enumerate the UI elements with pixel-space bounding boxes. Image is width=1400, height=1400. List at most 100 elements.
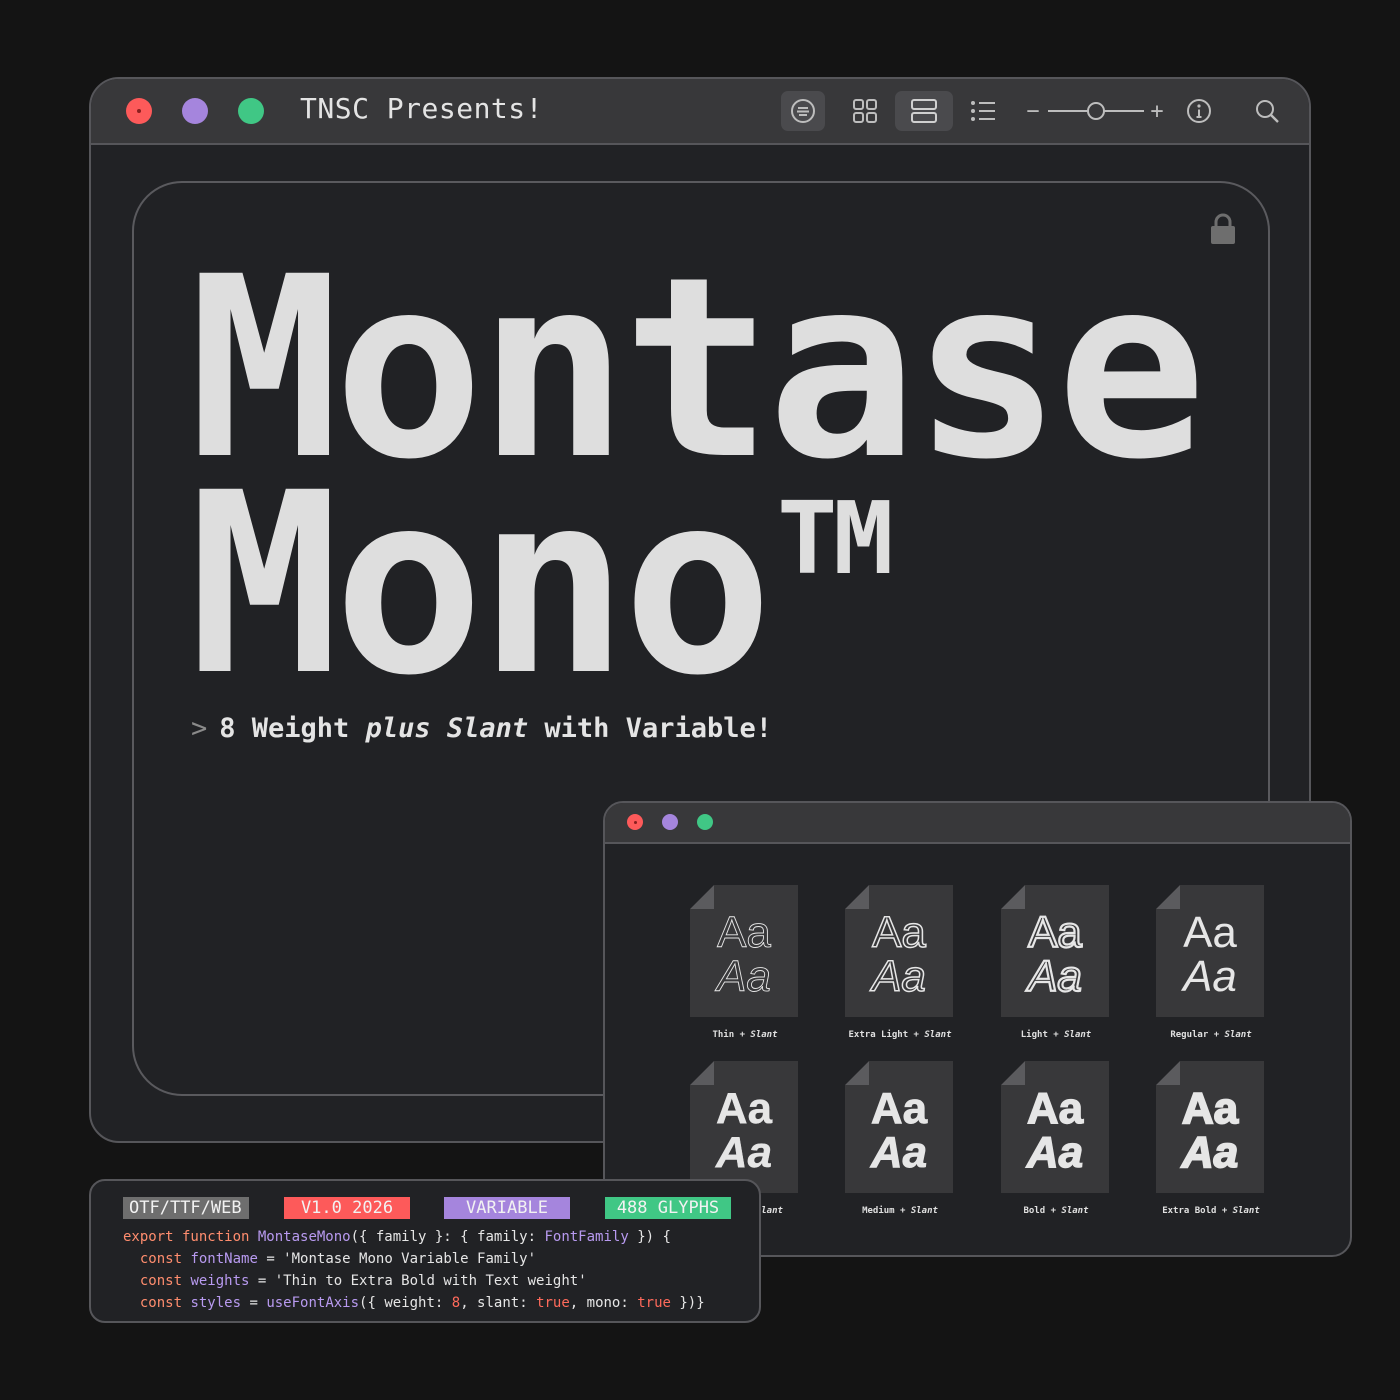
zoom-out-icon[interactable]: −: [1023, 91, 1043, 131]
list-view-icon[interactable]: [961, 91, 1005, 131]
code-token: = 'Montase Mono Variable Family': [257, 1251, 537, 1267]
specimen-italic: Aa: [870, 1128, 928, 1177]
style-tile[interactable]: Aa Aa Thin + Slant: [690, 885, 800, 1040]
slant-label: Slant: [924, 1030, 952, 1040]
code-token: fontName: [190, 1251, 258, 1267]
info-icon[interactable]: [1181, 91, 1217, 131]
specimen-italic: Aa: [1181, 1128, 1239, 1177]
title-bar: TNSC Presents! − +: [91, 79, 1309, 145]
slant-label: Slant: [910, 1206, 938, 1216]
style-caption: Regular + Slant: [1156, 1030, 1266, 1040]
specimen-upright: Aa: [1027, 908, 1083, 957]
style-caption: Medium + Slant: [845, 1206, 955, 1216]
specimen-upright: Aa: [1183, 908, 1237, 957]
specimen-italic: Aa: [1026, 1128, 1084, 1177]
code-token: =: [241, 1295, 267, 1311]
zoom-slider[interactable]: [1046, 91, 1146, 131]
code-token: = 'Thin to Extra Bold with Text weight': [249, 1273, 587, 1289]
specimen-upright: Aa: [1181, 1084, 1239, 1133]
search-icon[interactable]: [1249, 91, 1285, 131]
close-button[interactable]: [126, 98, 152, 124]
specimen-upright: Aa: [1026, 1084, 1084, 1133]
style-name: Regular: [1170, 1030, 1209, 1040]
code-token: true: [536, 1295, 570, 1311]
specimen-italic: Aa: [717, 952, 772, 1001]
maximize-button[interactable]: [238, 98, 264, 124]
hero-line-2: Mono: [189, 439, 773, 730]
code-token: ({ family }: { family:: [350, 1229, 545, 1245]
style-tile[interactable]: Aa Aa Extra Light + Slant: [845, 885, 955, 1040]
window-title: TNSC Presents!: [300, 92, 544, 125]
specimen-text: Aa Aa: [1001, 1084, 1109, 1177]
page-fold-icon: [690, 1061, 714, 1085]
style-joiner: +: [1216, 1206, 1233, 1216]
specimen-italic: Aa: [871, 952, 926, 1001]
style-name: Extra Bold: [1162, 1206, 1217, 1216]
style-caption: Extra Bold + Slant: [1156, 1206, 1266, 1216]
slant-label: Slant: [1232, 1206, 1260, 1216]
zoom-in-icon[interactable]: +: [1146, 91, 1168, 131]
lines-circle-icon[interactable]: [781, 91, 825, 131]
code-token: true: [637, 1295, 671, 1311]
specimen-upright: Aa: [870, 1084, 928, 1133]
font-file-icon: Aa Aa: [845, 885, 953, 1017]
style-tile[interactable]: Aa Aa Regular + Slant: [1156, 885, 1266, 1040]
code-snippet: export function MontaseMono({ family }: …: [123, 1226, 705, 1314]
style-name: Medium: [862, 1206, 895, 1216]
styles-title-bar: [605, 803, 1350, 844]
specimen-upright: Aa: [715, 1084, 773, 1133]
variable-badge: VARIABLE: [444, 1197, 570, 1219]
slant-label: Slant: [750, 1030, 778, 1040]
style-tile[interactable]: Aa Aa Extra Bold + Slant: [1156, 1061, 1266, 1216]
style-caption: Extra Light + Slant: [845, 1030, 955, 1040]
style-caption: Bold + Slant: [1001, 1206, 1111, 1216]
code-token: })}: [670, 1295, 705, 1311]
font-file-icon: Aa Aa: [1156, 885, 1264, 1017]
minimize-button[interactable]: [662, 814, 678, 830]
page-fold-icon: [1156, 885, 1180, 909]
style-joiner: +: [894, 1206, 911, 1216]
style-joiner: +: [1208, 1030, 1225, 1040]
specimen-italic: Aa: [715, 1128, 773, 1177]
slant-label: Slant: [1224, 1030, 1252, 1040]
style-joiner: +: [1045, 1206, 1062, 1216]
tagline-part-3: with Variable!: [544, 713, 772, 744]
font-file-icon: Aa Aa: [1001, 885, 1109, 1017]
style-joiner: +: [734, 1030, 751, 1040]
code-token: weights: [190, 1273, 250, 1289]
tagline: >8 Weight plus Slant with Variable!: [191, 713, 772, 744]
specimen-text: Aa Aa: [1001, 908, 1109, 999]
style-name: Bold: [1023, 1206, 1046, 1216]
page-fold-icon: [690, 885, 714, 909]
font-file-icon: Aa Aa: [845, 1061, 953, 1193]
code-token: export function: [123, 1229, 250, 1245]
code-token: FontFamily: [544, 1229, 629, 1245]
style-joiner: +: [908, 1030, 925, 1040]
style-tile[interactable]: AaAa Medium + Slant: [845, 1061, 955, 1216]
lock-icon: [1210, 213, 1236, 249]
zoom-slider-knob: [1087, 102, 1105, 120]
specimen-upright: Aa: [717, 908, 772, 957]
format-badge: OTF/TTF/WEB: [123, 1197, 249, 1219]
specimen-text: Aa Aa: [1156, 1084, 1264, 1177]
specimen-text: Aa Aa: [690, 1084, 798, 1177]
page-fold-icon: [1156, 1061, 1180, 1085]
minimize-button[interactable]: [182, 98, 208, 124]
specimen-text: Aa Aa: [690, 908, 798, 1001]
specimen-upright: Aa: [871, 908, 926, 957]
close-button[interactable]: [627, 814, 643, 830]
prompt-chevron-icon: >: [191, 713, 208, 744]
version-badge: V1.0 2026: [284, 1197, 410, 1219]
slant-label: Slant: [1061, 1206, 1089, 1216]
page-fold-icon: [1001, 1061, 1025, 1085]
hero-title: Montase Mono TM: [189, 244, 1207, 710]
style-name: Extra Light: [848, 1030, 909, 1040]
page-fold-icon: [845, 885, 869, 909]
maximize-button[interactable]: [697, 814, 713, 830]
style-caption: Light + Slant: [1001, 1030, 1111, 1040]
grid-view-icon[interactable]: [843, 91, 887, 131]
code-token: }) {: [628, 1229, 671, 1245]
rows-view-icon[interactable]: [895, 91, 953, 131]
style-tile[interactable]: Aa Aa Light + Slant: [1001, 885, 1111, 1040]
style-tile[interactable]: Aa Aa Bold + Slant: [1001, 1061, 1111, 1216]
